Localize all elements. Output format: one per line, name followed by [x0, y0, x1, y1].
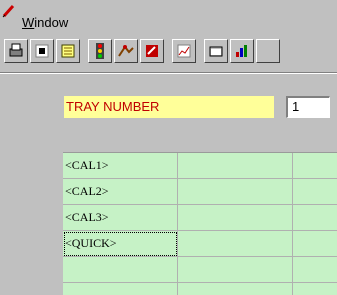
- grid-cell[interactable]: [178, 179, 293, 205]
- menu-bar: Window: [0, 0, 337, 36]
- table-row[interactable]: <CAL2>: [63, 179, 337, 205]
- grid-cell[interactable]: [293, 231, 337, 257]
- tray-number-input[interactable]: 1: [286, 96, 330, 118]
- folder-icon[interactable]: [204, 39, 228, 63]
- grid-cell-name[interactable]: <CAL3>: [63, 205, 178, 231]
- grid-cell[interactable]: [178, 231, 293, 257]
- partial-toolbar-icon[interactable]: [256, 39, 280, 63]
- table-row[interactable]: <QUICK>: [63, 231, 337, 257]
- grid-cell[interactable]: [178, 257, 293, 283]
- chart-line-icon[interactable]: [172, 39, 196, 63]
- list-icon[interactable]: [56, 39, 80, 63]
- grid-cell[interactable]: [293, 153, 337, 179]
- grid-cell-name[interactable]: <CAL1>: [63, 153, 178, 179]
- calibration-grid: <CAL1> <CAL2> <CAL3> <QUICK>: [63, 152, 337, 295]
- grid-cell-name[interactable]: [63, 283, 178, 295]
- grid-cell[interactable]: [178, 153, 293, 179]
- grid-cell[interactable]: [293, 283, 337, 295]
- grid-cell[interactable]: [293, 257, 337, 283]
- grid-cell[interactable]: [293, 205, 337, 231]
- traffic-light-icon[interactable]: [88, 39, 112, 63]
- grid-cell-name[interactable]: <QUICK>: [63, 231, 178, 257]
- toolbar: [0, 38, 337, 68]
- toolbar-divider: [0, 72, 337, 74]
- grid-cell[interactable]: [178, 205, 293, 231]
- table-row[interactable]: [63, 283, 337, 295]
- table-row[interactable]: <CAL3>: [63, 205, 337, 231]
- grid-cell-name[interactable]: <CAL2>: [63, 179, 178, 205]
- tool-icon[interactable]: [140, 39, 164, 63]
- run-icon[interactable]: [114, 39, 138, 63]
- table-row[interactable]: <CAL1>: [63, 153, 337, 179]
- tray-number-label: TRAY NUMBER: [64, 96, 274, 118]
- printer-icon[interactable]: [4, 39, 28, 63]
- grid-cell[interactable]: [293, 179, 337, 205]
- menu-window[interactable]: Window: [22, 15, 68, 30]
- bar-chart-icon[interactable]: [230, 39, 254, 63]
- grid-cell[interactable]: [178, 283, 293, 295]
- stop-icon[interactable]: [30, 39, 54, 63]
- pencil-icon: [2, 4, 16, 23]
- table-row[interactable]: [63, 257, 337, 283]
- grid-cell-name[interactable]: [63, 257, 178, 283]
